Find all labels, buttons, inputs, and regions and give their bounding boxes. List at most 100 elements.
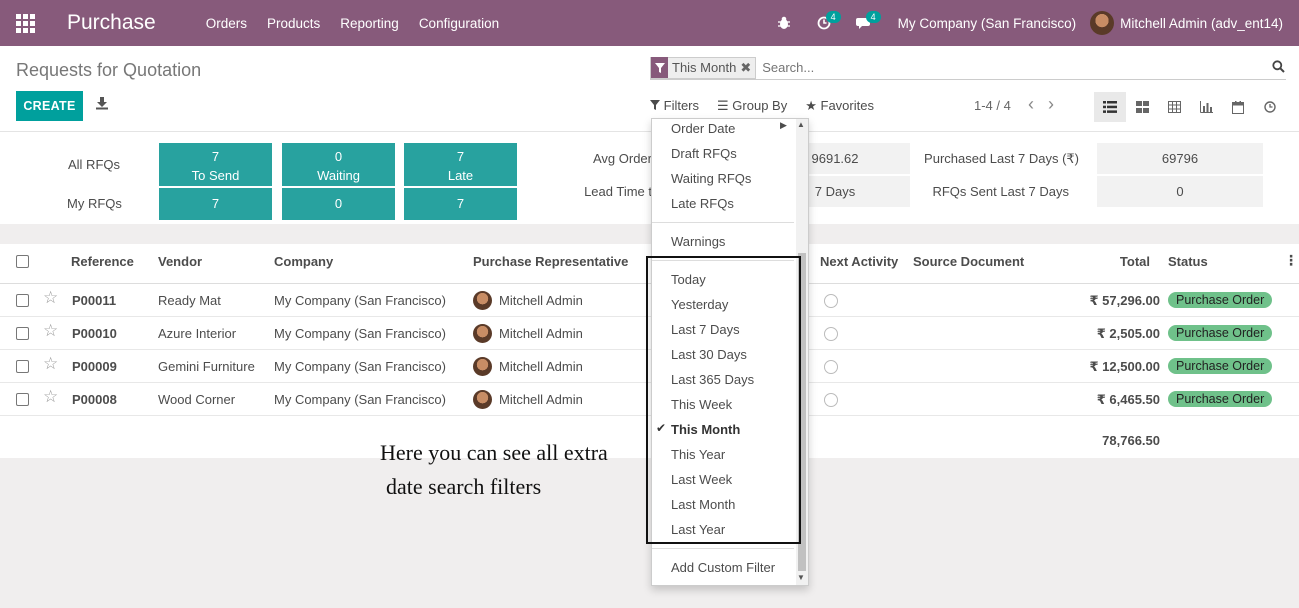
filter-waiting-rfqs[interactable]: Waiting RFQs <box>671 171 751 186</box>
filters-button[interactable]: Filters <box>650 98 699 114</box>
list-view-icon[interactable] <box>1094 92 1126 122</box>
my-waiting-tile[interactable]: 0 <box>282 188 395 220</box>
row-vendor: Azure Interior <box>158 326 237 341</box>
row-representative: Mitchell Admin <box>499 359 583 374</box>
kanban-view-icon[interactable] <box>1126 92 1158 122</box>
activity-view-icon[interactable] <box>1254 92 1286 122</box>
submenu-caret-icon: ▶ <box>780 120 787 130</box>
priority-star-icon[interactable]: ☆ <box>43 387 58 407</box>
facet-value: This Month <box>672 60 737 75</box>
activity-clock-icon[interactable] <box>824 327 838 341</box>
pager-previous-icon[interactable]: ‹ <box>1028 94 1034 115</box>
download-icon[interactable] <box>95 96 109 112</box>
row-total: ₹ 6,465.50 <box>1096 392 1160 407</box>
filter-order-date[interactable]: Order Date <box>671 121 735 136</box>
menu-orders[interactable]: Orders <box>196 16 257 31</box>
header-total[interactable]: Total <box>1080 254 1150 269</box>
menu-reporting[interactable]: Reporting <box>330 16 409 31</box>
header-company[interactable]: Company <box>274 254 333 269</box>
calendar-view-icon[interactable] <box>1222 92 1254 122</box>
activity-clock-icon[interactable] <box>824 294 838 308</box>
header-status[interactable]: Status <box>1168 254 1208 269</box>
status-badge: Purchase Order <box>1168 325 1273 341</box>
add-custom-filter[interactable]: Add Custom Filter <box>671 560 775 575</box>
representative-avatar <box>473 324 492 343</box>
waiting-tile[interactable]: 0 Waiting <box>282 143 395 186</box>
row-vendor: Wood Corner <box>158 392 236 407</box>
pager-next-icon[interactable]: › <box>1048 94 1054 115</box>
to-send-tile[interactable]: 7 To Send <box>159 143 272 186</box>
representative-avatar <box>473 390 492 409</box>
priority-star-icon[interactable]: ☆ <box>43 288 58 308</box>
annotation-line-1: Here you can see all extra <box>380 440 608 465</box>
create-button[interactable]: CREATE <box>16 91 83 121</box>
apps-menu-icon[interactable] <box>0 0 50 46</box>
all-rfqs-label: All RFQs <box>68 157 120 172</box>
filter-warnings[interactable]: Warnings <box>671 234 725 249</box>
graph-view-icon[interactable] <box>1190 92 1222 122</box>
filter-late-rfqs[interactable]: Late RFQs <box>671 196 734 211</box>
select-all-checkbox[interactable] <box>16 255 29 268</box>
header-source-document[interactable]: Source Document <box>913 254 1024 269</box>
row-checkbox[interactable] <box>16 360 29 373</box>
pivot-view-icon[interactable] <box>1158 92 1190 122</box>
header-vendor[interactable]: Vendor <box>158 254 202 269</box>
row-total: ₹ 12,500.00 <box>1089 359 1161 374</box>
row-checkbox[interactable] <box>16 327 29 340</box>
rfqs-sent-last-7-days-label: RFQs Sent Last 7 Days <box>932 184 1069 199</box>
annotation-line-2: date search filters <box>386 474 542 499</box>
status-badge: Purchase Order <box>1168 391 1273 407</box>
my-rfqs-label: My RFQs <box>67 196 122 211</box>
user-avatar <box>1090 11 1115 35</box>
search-input[interactable] <box>762 60 1270 75</box>
row-representative: Mitchell Admin <box>499 293 583 308</box>
my-late-tile[interactable]: 7 <box>404 188 517 220</box>
optional-columns-icon[interactable]: ⋮ <box>1284 252 1298 269</box>
app-brand[interactable]: Purchase <box>67 11 156 35</box>
menu-products[interactable]: Products <box>257 16 330 31</box>
row-company: My Company (San Francisco) <box>274 359 446 374</box>
priority-star-icon[interactable]: ☆ <box>43 321 58 341</box>
row-company: My Company (San Francisco) <box>274 326 446 341</box>
header-reference[interactable]: Reference <box>71 254 134 269</box>
activity-clock-icon[interactable]: 4 <box>804 0 844 46</box>
view-switcher <box>1094 92 1286 122</box>
favorites-button[interactable]: ★ Favorites <box>805 98 874 114</box>
activity-count-badge: 4 <box>825 11 841 23</box>
scroll-down-arrow-icon[interactable]: ▼ <box>797 573 805 582</box>
facet-remove-icon[interactable]: ✖ <box>740 60 755 76</box>
my-to-send-tile[interactable]: 7 <box>159 188 272 220</box>
navbar-systray: 4 4 My Company (San Francisco) Mitchell … <box>764 0 1299 46</box>
messages-icon[interactable]: 4 <box>844 0 884 46</box>
bug-icon[interactable] <box>764 0 804 46</box>
late-tile[interactable]: 7 Late <box>404 143 517 186</box>
row-checkbox[interactable] <box>16 393 29 406</box>
row-company: My Company (San Francisco) <box>274 392 446 407</box>
activity-clock-icon[interactable] <box>824 393 838 407</box>
company-switcher[interactable]: My Company (San Francisco) <box>884 16 1091 31</box>
status-badge: Purchase Order <box>1168 292 1273 308</box>
header-next-activity[interactable]: Next Activity <box>820 254 898 269</box>
dropdown-divider <box>652 222 794 223</box>
menu-configuration[interactable]: Configuration <box>409 16 509 31</box>
waiting-label: Waiting <box>317 168 360 183</box>
pager-value[interactable]: 1-4 / 4 <box>974 98 1011 113</box>
row-checkbox[interactable] <box>16 294 29 307</box>
header-purchase-representative[interactable]: Purchase Representative <box>473 254 628 269</box>
late-count: 7 <box>456 149 465 164</box>
page-title: Requests for Quotation <box>16 60 202 80</box>
scroll-up-arrow-icon[interactable]: ▲ <box>797 120 805 129</box>
purchased-last-7-days-label: Purchased Last 7 Days (₹) <box>924 151 1079 166</box>
groupby-button[interactable]: ☰ Group By <box>717 98 787 114</box>
activity-clock-icon[interactable] <box>824 360 838 374</box>
lead-time-label: Lead Time t <box>584 184 652 199</box>
filters-label: Filters <box>663 98 700 113</box>
filter-draft-rfqs[interactable]: Draft RFQs <box>671 146 737 161</box>
star-icon: ★ <box>805 98 817 113</box>
priority-star-icon[interactable]: ☆ <box>43 354 58 374</box>
sum-total: 78,766.50 <box>1102 433 1160 448</box>
control-panel: Requests for Quotation CREATE This Month… <box>0 46 1299 132</box>
search-icon[interactable] <box>1270 59 1286 76</box>
to-send-count: 7 <box>211 149 220 164</box>
user-menu[interactable]: Mitchell Admin (adv_ent14) <box>1090 11 1299 35</box>
